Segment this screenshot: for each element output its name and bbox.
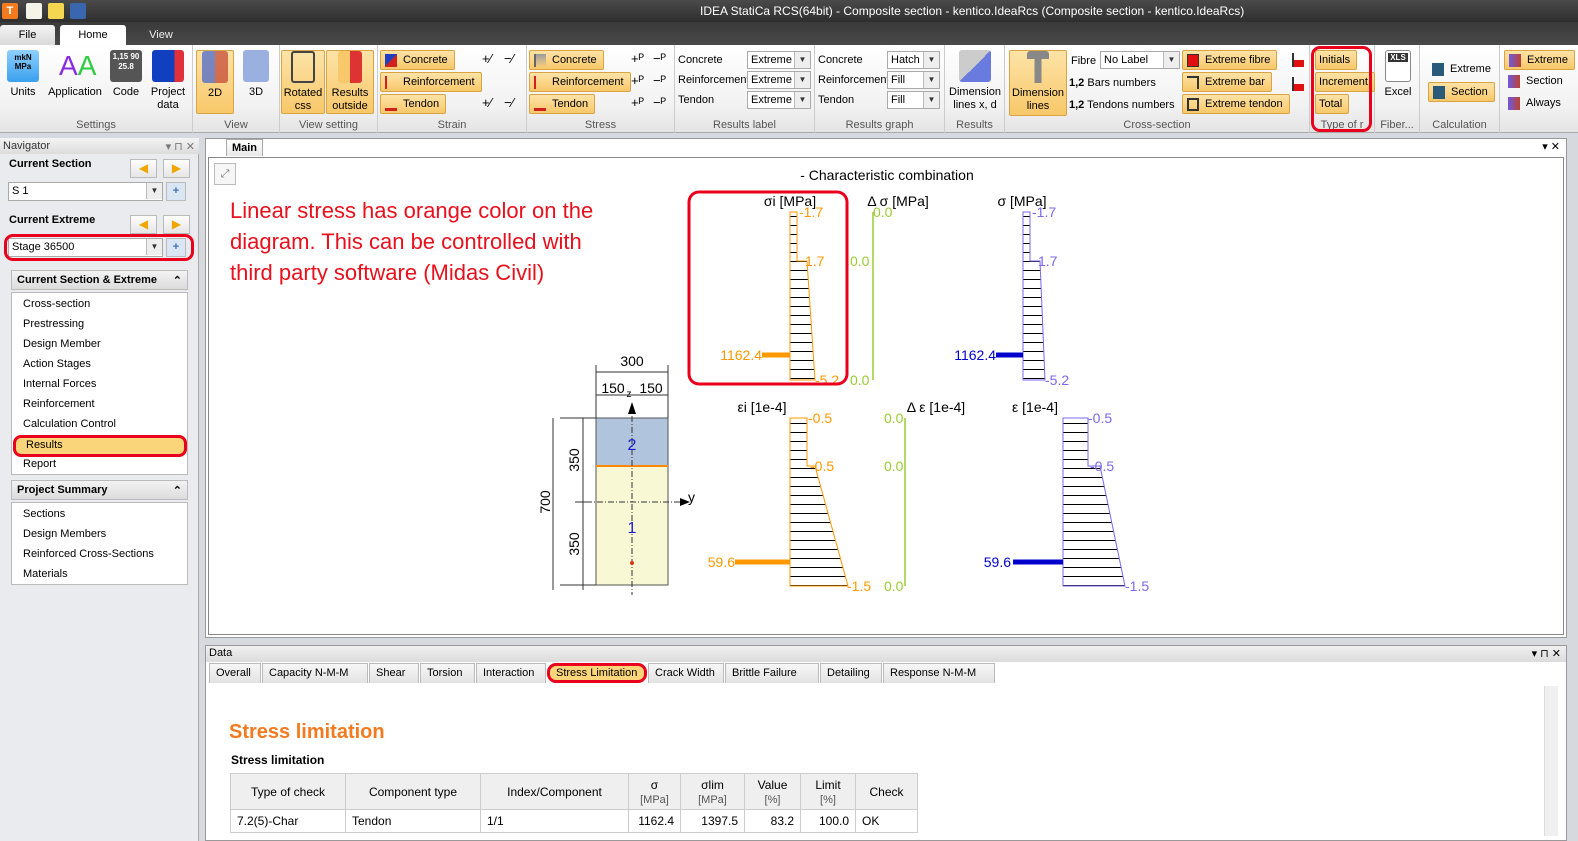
sigma-i-diagram: σi [MPa] -1.7 1.7 -5.2 1162.4 — [720, 193, 839, 388]
delta-eps-diagram: Δ ε [1e-4] 0.0 0.0 0.0 — [884, 399, 965, 594]
diagram-label: ε [1e-4] — [1012, 399, 1058, 415]
table-cell: 83.2 — [744, 809, 801, 833]
diagram-label: εi [1e-4] — [737, 399, 786, 415]
stress-polygon — [1022, 211, 1046, 381]
data-panel: Data ▾ ⊓ ✕ Stress limitation Stress limit… — [205, 645, 1567, 841]
table-cell: 7.2(5)-Char — [230, 809, 346, 833]
tab-shear[interactable]: Shear — [369, 663, 419, 683]
part-number: 2 — [628, 437, 637, 454]
table-cell: 1162.4 — [628, 809, 681, 833]
table-cell: 100.0 — [800, 809, 856, 833]
tab-crack-width[interactable]: Crack Width — [648, 663, 724, 683]
value-label: 1.7 — [805, 253, 825, 269]
tab-response-n-m-m[interactable]: Response N-M-M — [883, 663, 995, 683]
dimension-label: 350 — [566, 448, 582, 472]
column-header: Component type — [345, 773, 481, 810]
tab-torsion[interactable]: Torsion — [420, 663, 475, 683]
value-label: 0.0 — [850, 372, 870, 388]
value-label: 1.7 — [1038, 253, 1058, 269]
value-label: -0.5 — [1090, 458, 1114, 474]
value-label: -5.2 — [1045, 372, 1069, 388]
tendon-value-label: 1162.4 — [954, 347, 996, 363]
data-panel-header: Data ▾ ⊓ ✕ — [206, 646, 1566, 662]
tab-capacity-n-m-m[interactable]: Capacity N-M-M — [262, 663, 368, 683]
eps-i-diagram: εi [1e-4] -0.5 -0.5 -1.5 59.6 — [708, 399, 872, 594]
section-heading: Stress limitation — [229, 721, 385, 743]
tendon-value-label: 59.6 — [708, 554, 735, 570]
strain-polygon — [789, 417, 849, 587]
value-label: -0.5 — [1088, 410, 1112, 426]
sigma-diagram: σ [MPa] -1.7 1.7 -5.2 1162.4 — [954, 193, 1069, 388]
table-cell: 1397.5 — [680, 809, 745, 833]
part-number: 1 — [628, 520, 637, 537]
value-label: -1.7 — [1032, 204, 1056, 220]
tab-interaction[interactable]: Interaction — [476, 663, 546, 683]
value-label: -1.7 — [799, 204, 823, 220]
value-label: -5.2 — [815, 372, 839, 388]
tab-detailing[interactable]: Detailing — [820, 663, 882, 683]
value-label: 0.0 — [884, 410, 904, 426]
tab-overall[interactable]: Overall — [209, 663, 261, 683]
value-label: -1.5 — [847, 578, 871, 594]
tab-stress-limitation[interactable]: Stress Limitation — [547, 663, 647, 683]
value-label: 0.0 — [884, 578, 904, 594]
dimension-label: 150 — [601, 380, 625, 396]
annotation-text: diagram. This can be controlled with — [230, 229, 582, 254]
value-label: -1.5 — [1125, 578, 1149, 594]
tendon-value-label: 59.6 — [984, 554, 1011, 570]
delta-sigma-diagram: Δ σ [MPa] 0.0 0.0 0.0 — [850, 193, 929, 388]
cross-section-drawing: y z 2 1 300 150 150 700 350 350 — [537, 353, 695, 595]
table-cell: Tendon — [345, 809, 481, 833]
column-header: Type of check — [230, 773, 346, 810]
column-header: Index/Component — [480, 773, 629, 810]
annotation-text: Linear stress has orange color on the — [230, 198, 593, 223]
eps-diagram: ε [1e-4] -0.5 -0.5 -1.5 59.6 — [984, 399, 1150, 594]
stress-polygon — [789, 211, 816, 381]
strain-polygon — [1062, 417, 1126, 587]
column-header: σ [MPa] — [628, 773, 681, 810]
value-label: 0.0 — [850, 253, 870, 269]
tab-brittle-failure[interactable]: Brittle Failure — [725, 663, 819, 683]
close-icon[interactable]: ▾ ⊓ ✕ — [1532, 647, 1561, 660]
table-row: 7.2(5)-Char Tendon 1/1 1162.4 1397.5 83.2 100.… — [230, 809, 918, 833]
dimension-label: 150 — [639, 380, 663, 396]
column-header: Limit [%] — [800, 773, 856, 810]
dimension-label: 350 — [566, 532, 582, 556]
value-label: -0.5 — [808, 410, 832, 426]
column-header: Check — [855, 773, 918, 810]
column-header: Value [%] — [744, 773, 801, 810]
diagram-title: - Characteristic combination — [800, 167, 974, 183]
table-cell: OK — [855, 809, 918, 833]
table-title: Stress limitation — [231, 753, 325, 767]
tendon-value-label: 1162.4 — [720, 347, 762, 363]
dimension-label: 700 — [537, 490, 553, 514]
value-label: 0.0 — [884, 458, 904, 474]
stress-limitation-table: Type of check Component type Index/Compone… — [230, 773, 918, 833]
annotation-text: third party software (Midas Civil) — [230, 260, 544, 285]
axis-y-label: y — [688, 489, 695, 505]
diagram-label: Δ ε [1e-4] — [907, 399, 965, 415]
dimension-label: 300 — [620, 353, 644, 369]
table-cell: 1/1 — [480, 809, 629, 833]
column-header: σlim [MPa] — [680, 773, 745, 810]
value-label: -0.5 — [810, 458, 834, 474]
scrollbar[interactable] — [1544, 686, 1558, 836]
value-label: 0.0 — [873, 204, 893, 220]
